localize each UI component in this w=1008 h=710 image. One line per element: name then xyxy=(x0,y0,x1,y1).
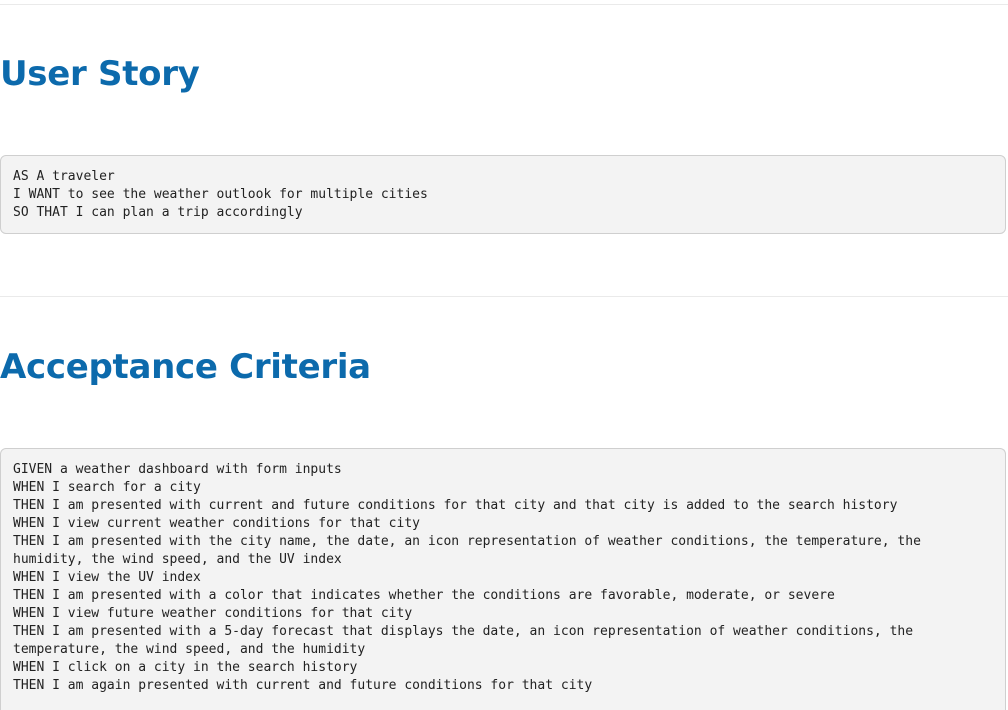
acceptance-criteria-heading: Acceptance Criteria xyxy=(0,347,371,387)
code-line: THEN I am presented with the city name, … xyxy=(13,534,921,549)
code-line: AS A traveler xyxy=(13,169,115,184)
code-line: I WANT to see the weather outlook for mu… xyxy=(13,187,428,202)
code-line: temperature, the wind speed, and the hum… xyxy=(13,642,366,657)
code-line: humidity, the wind speed, and the UV ind… xyxy=(13,552,342,567)
acceptance-criteria-code-block: GIVEN a weather dashboard with form inpu… xyxy=(0,448,1006,710)
user-story-heading: User Story xyxy=(0,54,200,94)
user-story-code-block: AS A traveler I WANT to see the weather … xyxy=(0,155,1006,234)
code-line: THEN I am again presented with current a… xyxy=(13,678,593,693)
code-line: WHEN I view future weather conditions fo… xyxy=(13,606,413,621)
code-line: WHEN I view current weather conditions f… xyxy=(13,516,420,531)
code-line: THEN I am presented with current and fut… xyxy=(13,498,898,513)
code-line: THEN I am presented with a color that in… xyxy=(13,588,835,603)
code-line: WHEN I search for a city xyxy=(13,480,201,495)
code-line: WHEN I view the UV index xyxy=(13,570,201,585)
code-line: SO THAT I can plan a trip accordingly xyxy=(13,205,303,220)
divider xyxy=(0,4,1008,5)
readme-page: User Story AS A traveler I WANT to see t… xyxy=(0,0,1008,710)
code-line: THEN I am presented with a 5-day forecas… xyxy=(13,624,914,639)
code-line: WHEN I click on a city in the search his… xyxy=(13,660,358,675)
divider xyxy=(0,296,1008,297)
code-line: GIVEN a weather dashboard with form inpu… xyxy=(13,462,342,477)
